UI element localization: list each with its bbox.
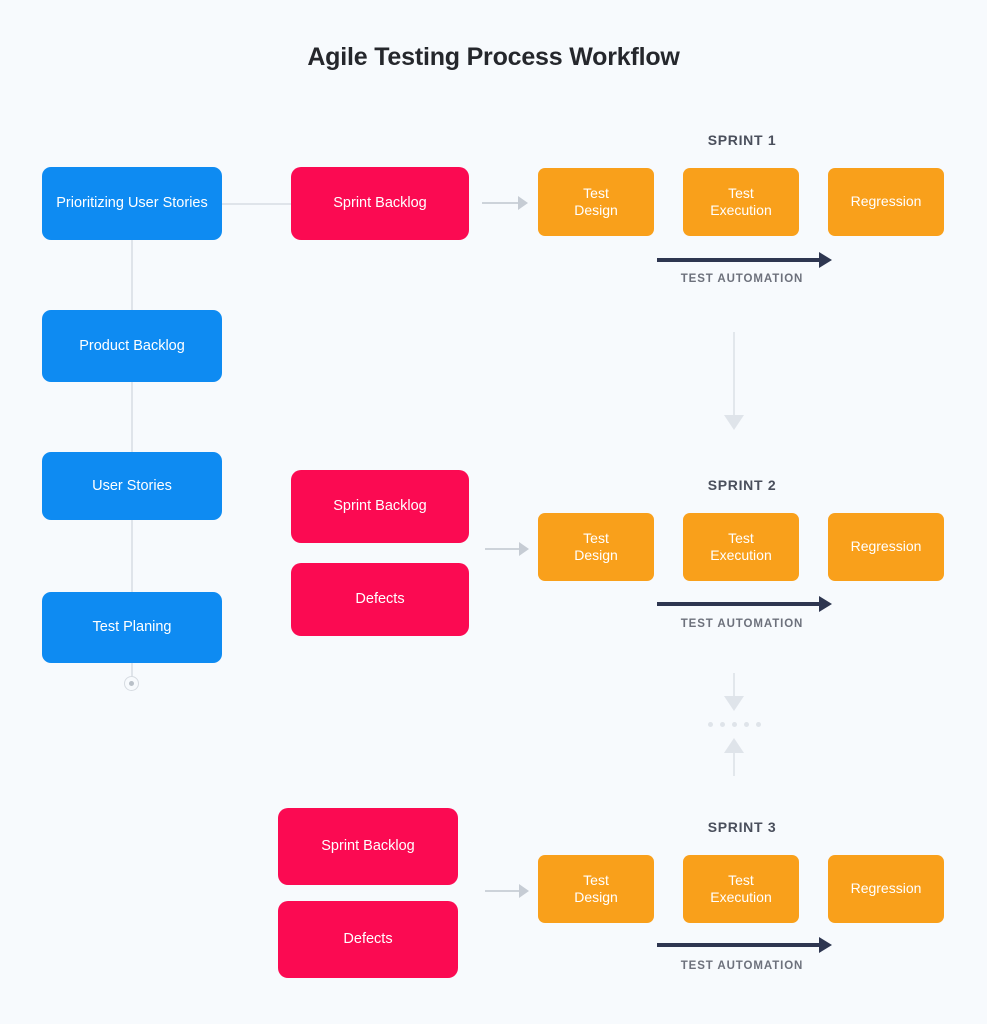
sprint-2-test-automation-arrow [657,596,832,612]
sprint-3-stage-test-execution[interactable]: Test Execution [683,855,799,923]
arrow-head-icon [819,596,832,612]
arrow-head-icon [819,252,832,268]
page-title: Agile Testing Process Workflow [307,43,680,71]
dot-icon [720,721,725,727]
arrow-shaft [485,890,519,892]
dot-icon [744,721,749,727]
sprint-3-test-automation-label: TEST AUTOMATION [680,960,804,972]
sprint-2-test-automation-label: TEST AUTOMATION [680,618,804,630]
sprint-3-input-defects[interactable]: Defects [278,901,458,978]
connector-sprint2-to-dotted-down [724,673,744,711]
arrow-head-up-icon [724,738,744,753]
dot-icon [732,721,737,727]
arrow-shaft [657,943,819,947]
arrow-head-icon [518,196,528,210]
arrow-head-down-icon [724,415,744,430]
sprint-2-stage-regression[interactable]: Regression [828,513,944,581]
arrow-shaft [657,258,819,262]
sprint-1-input-arrow [482,196,528,210]
arrow-shaft [485,548,519,550]
flow-endpoint-marker [124,676,139,691]
sprint-1-test-automation-arrow [657,252,832,268]
connector-userstories-to-testplaning [131,520,133,592]
sprint-3-label: SPRINT 3 [707,819,777,835]
connector-product-to-userstories [131,382,133,452]
sprint-3-stage-test-design[interactable]: Test Design [538,855,654,923]
sprint-3-test-automation-arrow [657,937,832,953]
arrow-shaft [733,673,735,696]
arrow-head-icon [519,542,529,556]
sprint-2-label: SPRINT 2 [707,477,777,493]
connector-dotted-to-sprint3-up [724,738,744,776]
sprint-2-input-defects[interactable]: Defects [291,563,469,636]
sprint-1-label: SPRINT 1 [707,132,777,148]
sprint-1-input-sprint-backlog[interactable]: Sprint Backlog [291,167,469,240]
arrow-head-down-icon [724,696,744,711]
dot-icon [708,721,713,727]
dot-icon [756,721,761,727]
arrow-shaft [657,602,819,606]
arrow-head-icon [819,937,832,953]
sprint-2-input-sprint-backlog[interactable]: Sprint Backlog [291,470,469,543]
arrow-shaft [482,202,518,204]
arrow-head-icon [519,884,529,898]
node-prioritizing-user-stories[interactable]: Prioritizing User Stories [42,167,222,240]
sprint-2-stage-test-execution[interactable]: Test Execution [683,513,799,581]
node-product-backlog[interactable]: Product Backlog [42,310,222,382]
sprint-3-stage-regression[interactable]: Regression [828,855,944,923]
node-test-planing[interactable]: Test Planing [42,592,222,663]
arrow-shaft [733,753,735,776]
sprint-iteration-dotted-separator [708,721,761,727]
sprint-1-stage-test-design[interactable]: Test Design [538,168,654,236]
sprint-2-input-arrow [485,542,529,556]
sprint-1-stage-test-execution[interactable]: Test Execution [683,168,799,236]
sprint-3-input-arrow [485,884,529,898]
node-user-stories[interactable]: User Stories [42,452,222,520]
sprint-1-stage-regression[interactable]: Regression [828,168,944,236]
sprint-3-input-sprint-backlog[interactable]: Sprint Backlog [278,808,458,885]
connector-sprint1-to-sprint2 [724,332,744,430]
sprint-2-stage-test-design[interactable]: Test Design [538,513,654,581]
arrow-shaft [733,332,735,415]
diagram-canvas: Agile Testing Process Workflow Prioritiz… [0,0,987,1024]
sprint-1-test-automation-label: TEST AUTOMATION [680,273,804,285]
connector-prioritizing-to-sprint1-backlog [222,203,292,205]
